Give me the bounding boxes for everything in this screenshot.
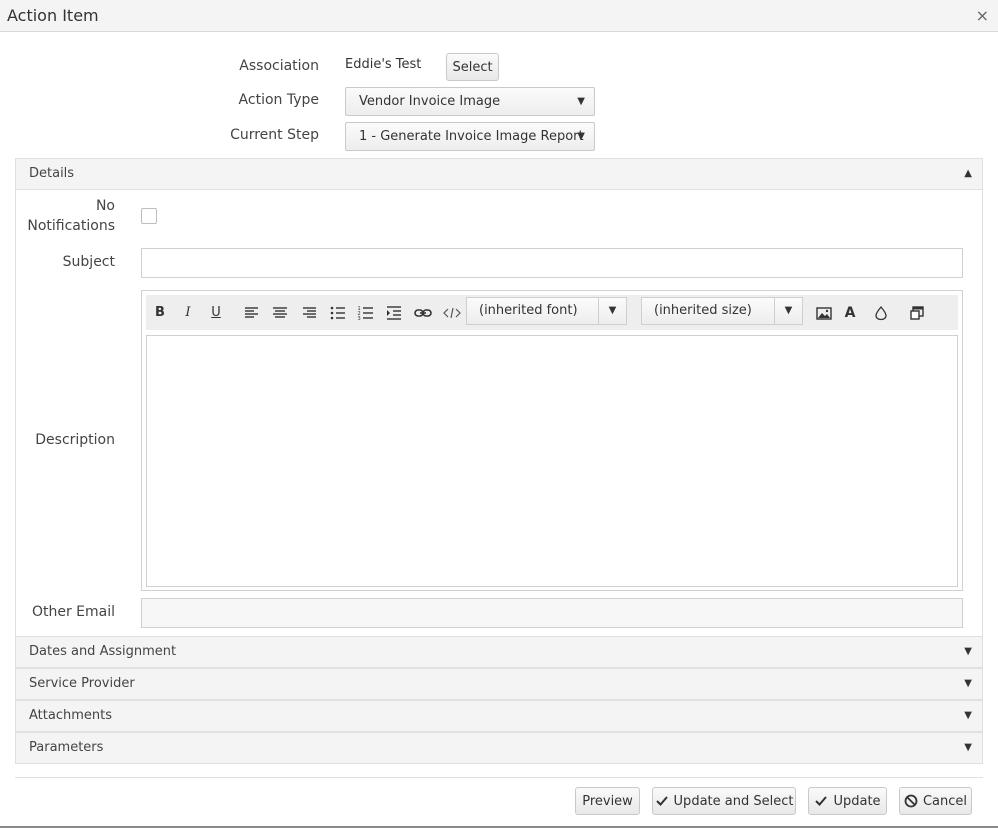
select-association-button[interactable]: Select — [446, 53, 499, 81]
current-step-select[interactable]: 1 - Generate Invoice Image Report ▼ — [345, 122, 595, 151]
dialog-titlebar: Action Item × — [0, 0, 998, 32]
current-step-value: 1 - Generate Invoice Image Report — [359, 129, 584, 144]
chevron-down-icon: ▼ — [598, 298, 626, 324]
description-label: Description — [35, 432, 115, 448]
caret-down-icon: ▼ — [964, 678, 972, 689]
align-left-icon[interactable] — [242, 304, 262, 322]
font-family-value: (inherited font) — [479, 303, 578, 318]
section-details-title: Details — [29, 166, 75, 181]
subject-input[interactable] — [141, 248, 963, 278]
bold-button[interactable]: B — [150, 304, 170, 322]
close-icon[interactable]: × — [976, 6, 989, 26]
font-color-button[interactable]: A — [840, 304, 860, 322]
update-and-select-label: Update and Select — [673, 793, 794, 809]
section-service-provider-header[interactable]: Service Provider ▼ — [15, 668, 983, 700]
update-and-select-button[interactable]: Update and Select — [652, 787, 796, 815]
font-size-value: (inherited size) — [654, 303, 752, 318]
chevron-down-icon: ▼ — [577, 131, 585, 142]
section-parameters-title: Parameters — [29, 740, 104, 755]
cancel-button[interactable]: Cancel — [899, 787, 972, 815]
section-attachments-title: Attachments — [29, 708, 112, 723]
section-dates-header[interactable]: Dates and Assignment ▼ — [15, 636, 983, 668]
chevron-down-icon: ▼ — [577, 96, 585, 107]
font-family-select[interactable]: (inherited font) ▼ — [466, 297, 627, 325]
check-icon — [655, 795, 669, 807]
caret-down-icon: ▼ — [964, 646, 972, 657]
fullscreen-icon[interactable] — [907, 304, 927, 322]
update-label: Update — [833, 793, 881, 809]
section-parameters-header[interactable]: Parameters ▼ — [15, 732, 983, 764]
italic-button[interactable]: I — [178, 304, 198, 322]
check-icon — [814, 795, 828, 807]
svg-text:3: 3 — [358, 316, 361, 322]
no-notifications-label-line1: No — [95, 198, 115, 214]
no-notifications-label-line2: Notifications — [27, 218, 115, 234]
cancel-label: Cancel — [922, 793, 968, 809]
caret-down-icon: ▼ — [964, 742, 972, 753]
align-right-icon[interactable] — [299, 304, 319, 322]
dialog-title: Action Item — [7, 6, 99, 25]
highlight-color-icon[interactable] — [871, 304, 891, 322]
insert-image-icon[interactable] — [814, 304, 834, 322]
other-email-input[interactable] — [141, 598, 963, 628]
section-details-header[interactable]: Details ▲ — [15, 158, 983, 190]
underline-button[interactable]: U — [206, 304, 226, 322]
description-editor-area[interactable] — [146, 335, 958, 587]
action-type-select[interactable]: Vendor Invoice Image ▼ — [345, 87, 595, 116]
action-type-label: Action Type — [238, 92, 319, 108]
caret-down-icon: ▼ — [964, 710, 972, 721]
current-step-label: Current Step — [230, 127, 319, 143]
cancel-icon — [904, 794, 918, 808]
association-label: Association — [239, 58, 319, 74]
section-service-provider-title: Service Provider — [29, 676, 135, 691]
chevron-down-icon: ▼ — [774, 298, 802, 324]
section-dates-title: Dates and Assignment — [29, 644, 177, 659]
no-notifications-checkbox[interactable] — [141, 208, 157, 224]
code-view-icon[interactable] — [442, 304, 462, 322]
align-center-icon[interactable] — [270, 304, 290, 322]
font-size-select[interactable]: (inherited size) ▼ — [641, 297, 803, 325]
other-email-label: Other Email — [31, 604, 115, 620]
association-value: Eddie's Test — [345, 57, 422, 72]
numbered-list-icon[interactable]: 123 — [356, 304, 376, 322]
section-attachments-header[interactable]: Attachments ▼ — [15, 700, 983, 732]
link-icon[interactable] — [413, 304, 433, 322]
footer-divider — [15, 777, 983, 778]
preview-button-label: Preview — [582, 793, 633, 809]
preview-button[interactable]: Preview — [575, 787, 640, 815]
caret-up-icon: ▲ — [964, 168, 972, 179]
action-type-value: Vendor Invoice Image — [359, 94, 501, 109]
bullet-list-icon[interactable] — [328, 304, 348, 322]
indent-icon[interactable] — [384, 304, 404, 322]
update-button[interactable]: Update — [808, 787, 887, 815]
subject-label: Subject — [62, 254, 115, 270]
